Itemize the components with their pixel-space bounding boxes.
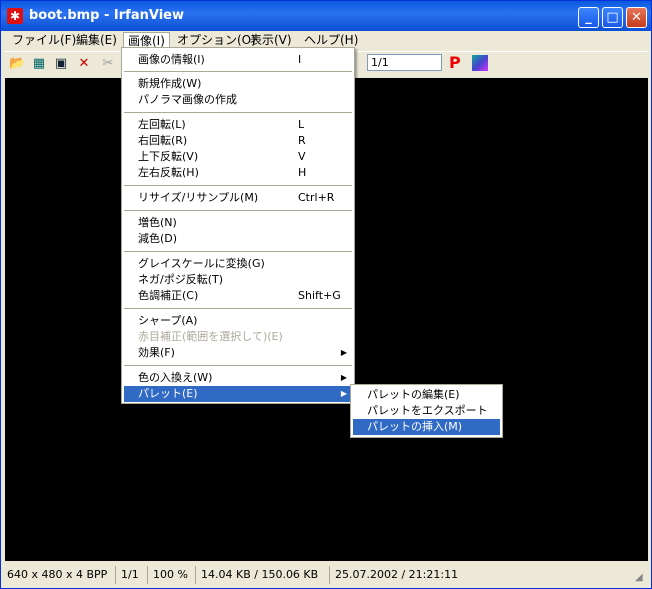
menu-item-flip-vertical[interactable]: 上下反転(V) V bbox=[124, 149, 352, 165]
page-number-field[interactable]: 1/1 bbox=[367, 54, 442, 71]
menu-item-red-eye[interactable]: 赤目補正(範囲を選択して)(E) bbox=[124, 329, 352, 345]
status-zoom: 100 % bbox=[150, 566, 196, 584]
submenu-arrow-icon: ▶ bbox=[340, 348, 347, 357]
palette-submenu: パレットの編集(E) パレットをエクスポート(X) パレットの挿入(M) bbox=[350, 384, 503, 438]
menu-item-rotate-right[interactable]: 右回転(R) R bbox=[124, 133, 352, 149]
status-filesize: 14.04 KB / 150.06 KB bbox=[198, 566, 330, 584]
irfanview-app-icon[interactable]: ✱ bbox=[7, 8, 23, 24]
status-datetime: 25.07.2002 / 21:21:11 bbox=[335, 568, 459, 581]
close-button[interactable]: ✕ bbox=[626, 7, 647, 28]
menu-item-decrease-colors[interactable]: 減色(D) bbox=[124, 231, 352, 247]
menu-item-grayscale[interactable]: グレイスケールに変換(G) bbox=[124, 256, 352, 272]
menu-item-effects[interactable]: 効果(F) ▶ bbox=[124, 345, 352, 361]
submenu-item-insert-palette[interactable]: パレットの挿入(M) bbox=[353, 419, 500, 435]
delete-icon[interactable]: ✕ bbox=[76, 56, 92, 72]
resize-grip[interactable]: ◢ bbox=[635, 572, 647, 584]
title-bar[interactable]: ✱ boot.bmp - IrfanView _ □ ✕ bbox=[1, 1, 651, 31]
menu-item-new[interactable]: 新規作成(W) bbox=[124, 76, 352, 92]
submenu-item-edit-palette[interactable]: パレットの編集(E) bbox=[353, 387, 500, 403]
minimize-button[interactable]: _ bbox=[578, 7, 599, 28]
slideshow-icon[interactable]: ▦ bbox=[31, 56, 47, 72]
submenu-arrow-icon: ▶ bbox=[340, 373, 347, 382]
menu-file[interactable]: ファイル(F) bbox=[8, 32, 80, 49]
maximize-button[interactable]: □ bbox=[602, 7, 623, 28]
submenu-item-export-palette[interactable]: パレットをエクスポート(X) bbox=[353, 403, 500, 433]
image-menu: 画像の情報(I) I 新規作成(W) パノラマ画像の作成 左回転(L) L 右回転(… bbox=[121, 47, 355, 404]
menu-item-rotate-left[interactable]: 左回転(L) L bbox=[124, 117, 352, 133]
menu-item-flip-horizontal[interactable]: 左右反転(H) H bbox=[124, 165, 352, 181]
menu-item-increase-colors[interactable]: 増色(N) bbox=[124, 215, 352, 231]
status-page: 1/1 bbox=[118, 566, 148, 584]
menu-item-swap-colors[interactable]: 色の入換え(W) ▶ bbox=[124, 370, 352, 386]
image-icon[interactable] bbox=[472, 55, 488, 71]
menu-item-resize[interactable]: リサイズ/リサンプル(M) Ctrl+R bbox=[124, 190, 352, 206]
save-icon[interactable]: ▣ bbox=[53, 56, 69, 72]
submenu-arrow-icon: ▶ bbox=[340, 389, 347, 398]
status-bar: 640 x 480 x 4 BPP 1/1 100 % 14.04 KB / 1… bbox=[4, 564, 649, 586]
menu-item-negative[interactable]: ネガ/ポジ反転(T) bbox=[124, 272, 352, 288]
menu-item-color-correction[interactable]: 色調補正(C) Shift+G bbox=[124, 288, 352, 304]
menu-item-palette[interactable]: パレット(E) ▶ bbox=[124, 386, 352, 402]
menu-item-sharpen[interactable]: シャープ(A) bbox=[124, 313, 352, 329]
menu-edit[interactable]: 編集(E) bbox=[72, 32, 121, 49]
menu-item-image-info[interactable]: 画像の情報(I) I bbox=[124, 52, 352, 68]
cut-icon[interactable]: ✂ bbox=[100, 56, 116, 72]
open-folder-icon[interactable]: 📂 bbox=[9, 56, 25, 72]
window-title: boot.bmp - IrfanView bbox=[29, 8, 184, 23]
menu-item-panorama[interactable]: パノラマ画像の作成 bbox=[124, 92, 352, 108]
status-dimensions: 640 x 480 x 4 BPP bbox=[4, 566, 116, 584]
p-button[interactable]: P bbox=[449, 54, 461, 72]
